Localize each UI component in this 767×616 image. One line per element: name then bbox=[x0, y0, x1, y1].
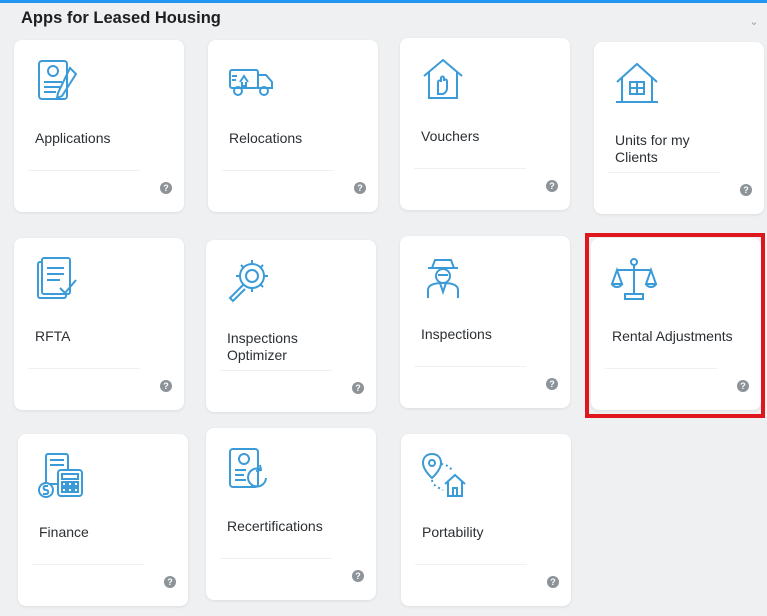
app-tile-finance[interactable]: Finance ? bbox=[18, 434, 188, 606]
divider bbox=[415, 564, 527, 565]
moving-truck-icon bbox=[229, 69, 273, 96]
help-icon[interactable]: ? bbox=[546, 180, 558, 192]
divider bbox=[220, 558, 332, 559]
tile-label: Relocations bbox=[229, 130, 303, 146]
house-icon bbox=[616, 62, 658, 103]
help-icon[interactable]: ? bbox=[164, 576, 176, 588]
tile-label: Applications bbox=[35, 130, 111, 146]
app-tile-applications[interactable]: Applications ? bbox=[14, 40, 184, 212]
help-icon[interactable]: ? bbox=[354, 182, 366, 194]
app-tile-inspections-optimizer[interactable]: Inspections Optimizer ? bbox=[206, 240, 376, 412]
tile-label: Inspections Optimizer bbox=[227, 330, 298, 363]
divider bbox=[28, 170, 140, 171]
section-title: Apps for Leased Housing bbox=[21, 9, 221, 27]
tile-label: Vouchers bbox=[421, 128, 480, 144]
calculator-icon bbox=[38, 453, 83, 498]
section-header: Apps for Leased Housing ⌄ bbox=[0, 3, 767, 33]
divider bbox=[414, 168, 526, 169]
divider bbox=[222, 170, 334, 171]
app-tile-relocations[interactable]: Relocations ? bbox=[208, 40, 378, 212]
profile-refresh-icon bbox=[229, 448, 267, 488]
help-icon[interactable]: ? bbox=[160, 182, 172, 194]
tile-label: RFTA bbox=[35, 328, 71, 344]
gear-magnifier-icon bbox=[228, 260, 268, 303]
divider bbox=[414, 366, 526, 367]
location-house-icon bbox=[421, 452, 466, 497]
divider bbox=[28, 368, 140, 369]
app-tile-rfta[interactable]: RFTA ? bbox=[14, 238, 184, 410]
application-form-icon bbox=[38, 60, 78, 100]
app-tile-portability[interactable]: Portability ? bbox=[401, 434, 571, 606]
tile-label: Inspections bbox=[421, 326, 492, 342]
help-icon[interactable]: ? bbox=[740, 184, 752, 196]
divider bbox=[32, 564, 144, 565]
document-check-icon bbox=[37, 257, 77, 299]
tile-label: Finance bbox=[39, 524, 89, 540]
house-hand-icon bbox=[423, 58, 463, 99]
tile-label: Recertifications bbox=[227, 518, 323, 534]
help-icon[interactable]: ? bbox=[352, 382, 364, 394]
app-tile-vouchers[interactable]: Vouchers ? bbox=[400, 38, 570, 210]
help-icon[interactable]: ? bbox=[352, 570, 364, 582]
app-tile-units-for-my-clients[interactable]: Units for my Clients ? bbox=[594, 42, 764, 214]
divider bbox=[608, 172, 720, 173]
selection-highlight bbox=[585, 233, 765, 418]
tile-label: Units for my Clients bbox=[615, 132, 690, 165]
inspector-icon bbox=[427, 259, 459, 298]
help-icon[interactable]: ? bbox=[546, 378, 558, 390]
divider bbox=[220, 370, 332, 371]
tile-label: Portability bbox=[422, 524, 484, 540]
app-tile-inspections[interactable]: Inspections ? bbox=[400, 236, 570, 408]
chevron-down-icon[interactable]: ⌄ bbox=[747, 15, 761, 29]
help-icon[interactable]: ? bbox=[547, 576, 559, 588]
app-tile-recertifications[interactable]: Recertifications ? bbox=[206, 428, 376, 600]
help-icon[interactable]: ? bbox=[160, 380, 172, 392]
